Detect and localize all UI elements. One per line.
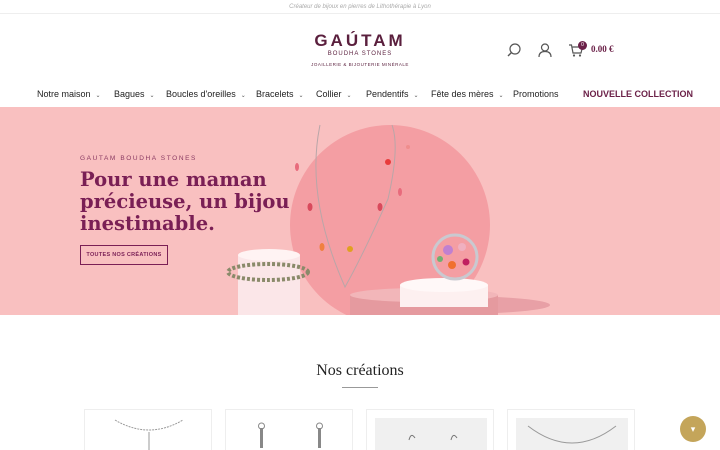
cart-count-badge: 0 <box>578 41 587 50</box>
chevron-down-icon: ⌄ <box>346 93 352 99</box>
product-card[interactable] <box>366 409 494 450</box>
product-image <box>375 418 487 450</box>
nav-label: Fête des mères <box>431 89 494 99</box>
product-card[interactable] <box>225 409 353 450</box>
product-card[interactable] <box>507 409 635 450</box>
chevron-down-icon: ⌄ <box>149 93 155 99</box>
hero-title: Pour une maman précieuse, un bijou inest… <box>80 168 290 235</box>
chevron-down-icon: ⌄ <box>413 93 419 99</box>
hero-banner: GAUTAM BOUDHA STONES Pour une maman préc… <box>0 107 720 315</box>
nav-item-nouvelle-collection[interactable]: NOUVELLE COLLECTION <box>583 89 693 99</box>
nav-item-pendentifs[interactable]: Pendentifs ⌄ <box>366 89 419 99</box>
logo-wordmark: GAÚTAM <box>314 31 406 50</box>
logo-tagline: JOAILLERIE & BIJOUTERIE MINÉRALE <box>311 62 409 67</box>
chevron-down-icon: ▾ <box>690 424 696 434</box>
cart-amount[interactable]: 0.00 € <box>591 44 614 54</box>
nav-item-notre-maison[interactable]: Notre maison ⌄ <box>37 89 101 99</box>
hero-brand: GAUTAM BOUDHA STONES <box>80 155 197 162</box>
site-header: GAÚTAM BOUDHA STONES JOAILLERIE & BIJOUT… <box>0 14 720 84</box>
nav-label: Notre maison <box>37 89 91 99</box>
nav-item-fete-des-meres[interactable]: Fête des mères ⌄ <box>431 89 504 99</box>
product-card[interactable] <box>84 409 212 450</box>
nav-item-bagues[interactable]: Bagues ⌄ <box>114 89 155 99</box>
nav-label: Bracelets <box>256 89 294 99</box>
logo-subtitle: BOUDHA STONES <box>327 51 393 57</box>
logo[interactable]: GAÚTAM BOUDHA STONES JOAILLERIE & BIJOUT… <box>300 32 420 68</box>
nav-label: Boucles d'oreilles <box>166 89 236 99</box>
section-divider <box>342 387 378 388</box>
nav-label: NOUVELLE COLLECTION <box>583 89 693 99</box>
nav-item-collier[interactable]: Collier ⌄ <box>316 89 352 99</box>
product-image <box>114 419 184 450</box>
nav-label: Promotions <box>513 89 559 99</box>
nav-item-promotions[interactable]: Promotions <box>513 89 559 99</box>
main-nav: Notre maison ⌄ Bagues ⌄ Boucles d'oreilles… <box>0 86 720 106</box>
user-icon[interactable] <box>537 42 553 58</box>
section-title: Nos créations <box>316 362 404 379</box>
nav-label: Collier <box>316 89 342 99</box>
chevron-down-icon: ⌄ <box>240 93 246 99</box>
nav-label: Bagues <box>114 89 145 99</box>
chevron-down-icon: ⌄ <box>298 93 304 99</box>
top-announcement: Créateur de bijoux en pierres de Lithoth… <box>0 0 720 14</box>
product-image <box>516 418 628 450</box>
product-image <box>258 422 323 448</box>
nav-item-boucles[interactable]: Boucles d'oreilles ⌄ <box>166 89 246 99</box>
nav-label: Pendentifs <box>366 89 409 99</box>
chevron-down-icon: ⌄ <box>498 93 504 99</box>
scroll-down-button[interactable]: ▾ <box>680 416 706 442</box>
search-icon[interactable] <box>506 42 522 58</box>
nav-item-bracelets[interactable]: Bracelets ⌄ <box>256 89 304 99</box>
chevron-down-icon: ⌄ <box>95 93 101 99</box>
all-creations-button[interactable]: TOUTES NOS CRÉATIONS <box>80 245 168 265</box>
